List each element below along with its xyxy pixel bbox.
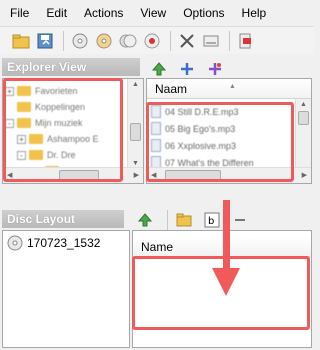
burn-disc-icon[interactable] [93, 30, 115, 52]
tree-item[interactable]: - Dr. Dre [5, 147, 143, 163]
toolbar-separator [229, 30, 230, 51]
file-name: 05 Big Ego's.mp3 [165, 123, 236, 134]
toolbar-separator [167, 210, 168, 230]
files-horizontal-scrollbar[interactable]: ◀ ▶ [147, 167, 311, 183]
folder-icon [29, 134, 43, 144]
menu-file[interactable]: File [10, 6, 29, 20]
tree-item-label: Dr. Dre [47, 150, 76, 160]
tree-item[interactable]: + Ashampoo E [5, 131, 143, 147]
rename-icon[interactable]: b [201, 209, 223, 231]
audio-file-icon [151, 139, 161, 152]
drag-arrow-head-icon [212, 268, 240, 296]
menu-options[interactable]: Options [183, 6, 224, 20]
scroll-right-icon[interactable]: ▶ [134, 171, 139, 179]
folder-tree[interactable]: + Favorieten Koppelingen - Mijn muziek +… [2, 78, 144, 184]
menu-edit[interactable]: Edit [46, 6, 67, 20]
file-row[interactable]: 06 Xxplosive.mp3 [151, 137, 311, 154]
disc-icon [7, 235, 23, 251]
file-column-label: Naam [155, 82, 188, 96]
explorer-toolbar [148, 58, 232, 80]
remove-icon[interactable] [229, 209, 251, 231]
file-name: 07 What's the Differen [165, 157, 254, 168]
scroll-thumb[interactable] [59, 170, 99, 181]
audio-file-icon [151, 105, 161, 118]
sort-up-icon: ▲ [229, 83, 236, 90]
disc-icon[interactable] [69, 30, 91, 52]
disc-tree-item[interactable]: 170723_1532 [3, 231, 129, 251]
tree-vertical-scrollbar[interactable]: ▲ ▼ [127, 79, 143, 169]
tree-item[interactable]: - Mijn muziek [5, 115, 143, 131]
disc-tree[interactable]: 170723_1532 [2, 230, 130, 348]
folder-icon [17, 86, 31, 96]
folder-icon [17, 102, 31, 112]
tree-item-label: Ashampoo E [47, 134, 99, 144]
collapse-icon[interactable]: - [17, 150, 26, 160]
menu-actions[interactable]: Actions [84, 6, 123, 20]
folder-icon [29, 150, 43, 160]
tree-horizontal-scrollbar[interactable]: ◀ ▶ [3, 167, 143, 183]
open-folder-icon[interactable] [10, 30, 32, 52]
scroll-right-icon[interactable]: ▶ [302, 171, 307, 179]
add-all-icon[interactable] [204, 58, 226, 80]
file-name: 04 Still D.R.E.mp3 [165, 106, 239, 117]
scroll-up-icon[interactable]: ▲ [300, 101, 307, 108]
file-name: 06 Xxplosive.mp3 [165, 140, 237, 151]
scroll-thumb[interactable] [165, 170, 221, 181]
tree-item-label: Koppelingen [35, 102, 86, 112]
disc-toolbar: b [134, 209, 257, 231]
file-column-header[interactable]: ▲ Naam [147, 79, 311, 99]
save-project-icon[interactable] [34, 30, 56, 52]
toolbar-separator [63, 30, 64, 51]
menu-bar: File Edit Actions View Options Help [0, 0, 314, 26]
file-list[interactable]: ▲ Naam 04 Still D.R.E.mp3 05 Big Ego's.m… [146, 78, 312, 184]
file-row[interactable]: 05 Big Ego's.mp3 [151, 120, 311, 137]
scroll-left-icon[interactable]: ◀ [7, 171, 12, 179]
disc-layout-header: Disc Layout [2, 210, 124, 228]
up-folder-icon[interactable] [134, 209, 156, 231]
svg-text:b: b [208, 216, 214, 227]
scroll-thumb[interactable] [298, 111, 309, 125]
tree-item-label: Favorieten [35, 86, 78, 96]
drive-icon[interactable] [200, 30, 222, 52]
up-folder-icon[interactable] [148, 58, 170, 80]
scroll-thumb[interactable] [130, 123, 141, 141]
menu-view[interactable]: View [140, 6, 166, 20]
new-folder-icon[interactable] [173, 209, 195, 231]
settings-tools-icon[interactable] [176, 30, 198, 52]
collapse-icon[interactable]: - [5, 118, 14, 128]
erase-disc-icon[interactable] [141, 30, 163, 52]
disc-column-label: Name [141, 240, 174, 254]
toolbar-separator [170, 30, 171, 51]
expand-icon[interactable]: + [5, 86, 14, 96]
exit-icon[interactable] [235, 30, 257, 52]
tree-item[interactable]: + Favorieten [5, 83, 143, 99]
add-icon[interactable] [176, 58, 198, 80]
audio-file-icon [151, 122, 161, 135]
disc-item-label: 170723_1532 [27, 236, 101, 250]
scroll-left-icon[interactable]: ◀ [151, 171, 156, 179]
folder-icon [17, 118, 31, 128]
scroll-up-icon[interactable]: ▲ [132, 81, 139, 88]
disc-column-header[interactable]: ▲ Name [133, 237, 311, 257]
tree-item[interactable]: Koppelingen [5, 99, 143, 115]
explorer-view-header: Explorer View [2, 58, 140, 76]
menu-help[interactable]: Help [242, 6, 267, 20]
drag-arrow-shaft [223, 200, 230, 270]
main-toolbar [0, 26, 314, 54]
copy-disc-icon[interactable] [117, 30, 139, 52]
scroll-down-icon[interactable]: ▼ [132, 160, 139, 167]
expand-icon[interactable]: + [17, 134, 26, 144]
files-vertical-scrollbar[interactable]: ▲ [295, 99, 311, 169]
file-row[interactable]: 04 Still D.R.E.mp3 [151, 103, 311, 120]
tree-item-label: Mijn muziek [35, 118, 83, 128]
